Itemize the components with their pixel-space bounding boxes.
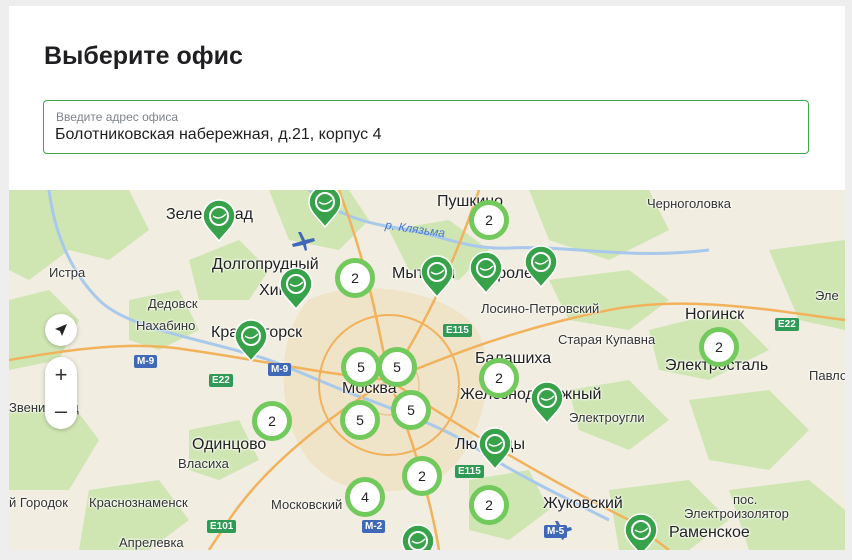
place-label: Старая Купавна xyxy=(558,332,656,347)
office-cluster[interactable]: 2 xyxy=(335,258,375,298)
office-cluster[interactable]: 5 xyxy=(340,400,380,440)
road-shield: M-2 xyxy=(362,520,386,533)
place-label: пос. xyxy=(733,492,758,507)
place-label: Электроизолятор xyxy=(684,506,789,521)
locate-button[interactable] xyxy=(45,314,77,346)
road-shield: E101 xyxy=(207,520,237,533)
office-cluster[interactable]: 2 xyxy=(699,327,739,367)
sber-office-pin-icon[interactable] xyxy=(477,426,513,471)
office-address-field[interactable]: Введите адрес офиса xyxy=(43,100,809,154)
office-cluster[interactable]: 5 xyxy=(377,347,417,387)
place-label: Эле xyxy=(815,288,839,303)
road-shield: M-9 xyxy=(268,363,292,376)
place-label: Павло xyxy=(809,368,845,383)
sber-office-pin-icon[interactable] xyxy=(233,318,269,363)
office-cluster[interactable]: 2 xyxy=(469,200,509,240)
sber-office-pin-icon[interactable] xyxy=(278,266,314,311)
road-shield: E22 xyxy=(775,318,799,331)
place-label: Краснознаменск xyxy=(89,495,188,510)
office-cluster[interactable]: 5 xyxy=(391,390,431,430)
sber-office-pin-icon[interactable] xyxy=(400,523,436,550)
road-shield: M-9 xyxy=(134,355,158,368)
sber-office-pin-icon[interactable] xyxy=(201,198,237,243)
place-label: Раменское xyxy=(669,524,750,541)
sber-office-pin-icon[interactable] xyxy=(623,512,659,550)
sber-office-pin-icon[interactable] xyxy=(419,254,455,299)
sber-office-pin-icon[interactable] xyxy=(523,244,559,289)
office-cluster[interactable]: 2 xyxy=(402,456,442,496)
place-label: Лосино-Петровский xyxy=(481,301,600,316)
office-address-label: Введите адрес офиса xyxy=(56,110,179,124)
page-title: Выберите офис xyxy=(44,42,243,70)
place-label: Жуковский xyxy=(543,495,623,512)
place-label: Московский xyxy=(271,497,343,512)
office-cluster[interactable]: 2 xyxy=(469,485,509,525)
place-label: Черноголовка xyxy=(647,196,732,211)
road-shield: E115 xyxy=(443,324,472,337)
place-label: Одинцово xyxy=(192,436,267,453)
place-label: й Городок xyxy=(9,495,68,510)
sber-office-pin-icon[interactable] xyxy=(307,190,343,229)
place-label: Ногинск xyxy=(685,306,745,323)
place-label: Апрелевка xyxy=(119,535,184,550)
place-label: Электроугли xyxy=(569,410,645,425)
road-shield: E22 xyxy=(209,374,233,387)
place-label: Истра xyxy=(49,265,86,280)
office-search-panel: Выберите офис Введите адрес офиса xyxy=(9,6,845,190)
place-label: Нахабино xyxy=(136,318,196,333)
office-cluster[interactable]: 2 xyxy=(252,401,292,441)
sber-office-pin-icon[interactable] xyxy=(529,380,565,425)
zoom-control: + – xyxy=(45,357,77,429)
place-label: Дедовск xyxy=(148,296,198,311)
place-label: Власиха xyxy=(178,456,229,471)
zoom-in-button[interactable]: + xyxy=(45,357,77,393)
road-shield: M-5 xyxy=(544,525,568,538)
office-cluster[interactable]: 5 xyxy=(341,347,381,387)
office-cluster[interactable]: 4 xyxy=(345,477,385,517)
map[interactable]: Зеленоград Пушкино Черноголовка Долгопру… xyxy=(9,190,845,550)
sber-office-pin-icon[interactable] xyxy=(468,250,504,295)
zoom-out-button[interactable]: – xyxy=(45,393,77,429)
office-address-input[interactable] xyxy=(55,126,795,144)
arrow-location-icon xyxy=(55,324,67,336)
office-cluster[interactable]: 2 xyxy=(479,358,519,398)
